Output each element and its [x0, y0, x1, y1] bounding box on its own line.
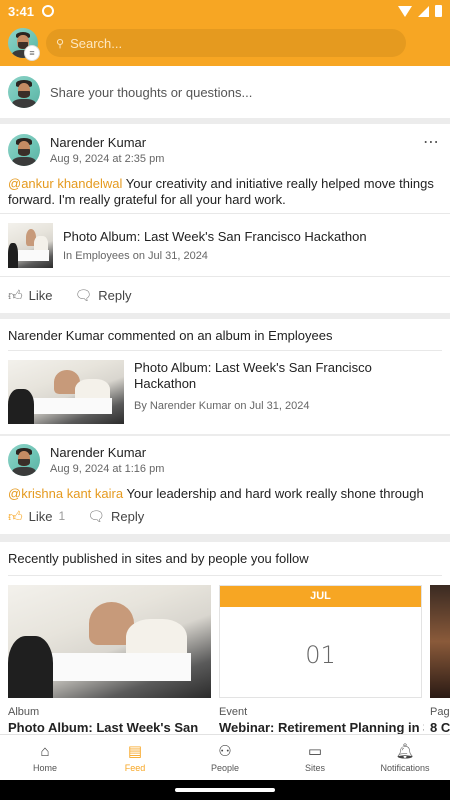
nav-label: Sites [304, 763, 325, 773]
nav-sites[interactable]: ▭ Sites [270, 735, 360, 780]
nav-people[interactable]: ⚇ People [180, 735, 270, 780]
people-icon: ⚇ [218, 743, 232, 760]
sites-icon: ▭ [307, 743, 323, 760]
comment-icon: 🗨︎ [74, 286, 93, 303]
like-label: Like [28, 287, 53, 303]
search-icon: ⚲ [56, 37, 65, 50]
search-input[interactable]: ⚲ Search... [46, 29, 406, 57]
tile-page-image[interactable] [430, 585, 450, 698]
thumbs-up-icon: 👍︎ [8, 286, 23, 303]
nav-notifications[interactable]: 🔔︎ Notifications [360, 735, 450, 780]
app-header: 3:41 ≡ ⚲ Search... [0, 0, 450, 66]
status-bar: 3:41 [0, 0, 450, 22]
author-name[interactable]: Narender Kumar [50, 135, 164, 150]
event-month: JUL [220, 586, 421, 607]
nav-label: People [210, 763, 240, 773]
tile-type: Event [219, 706, 248, 718]
home-icon: ⌂ [40, 742, 50, 760]
target-site[interactable]: Employees [268, 328, 332, 343]
album-image [8, 360, 124, 424]
like-count: 1 [58, 509, 66, 523]
status-time: 3:41 [8, 3, 35, 19]
author-avatar[interactable] [8, 444, 40, 476]
user-avatar [8, 76, 40, 108]
system-navigation-bar [0, 780, 450, 800]
reply-label: Reply [98, 287, 132, 303]
feed-icon: ▤ [127, 743, 143, 760]
mention-link[interactable]: @ankur khandelwal [8, 176, 122, 191]
system-indicator-icon [42, 5, 55, 17]
nav-label: Notifications [380, 763, 430, 773]
author-name[interactable]: Narender Kumar [50, 445, 164, 460]
nav-feed[interactable]: ▤ Feed [90, 735, 180, 780]
like-button[interactable]: 👍︎ Like 1 [8, 508, 65, 525]
activity-card: Narender Kumar commented on an album in … [0, 319, 450, 434]
battery-icon [435, 5, 442, 17]
reply-button[interactable]: 🗨︎ Reply [87, 508, 144, 525]
reply-label: Reply [110, 508, 145, 524]
album-byline: By Narender Kumar on Jul 31, 2024 [134, 400, 310, 412]
like-button[interactable]: 👍︎ Like [8, 287, 53, 304]
mention-link[interactable]: @krishna kant kaira [8, 486, 123, 501]
attachment-subtitle: In Employees on Jul 31, 2024 [63, 249, 208, 262]
album-thumbnail [8, 222, 53, 268]
more-options-icon[interactable]: ⋯ [423, 132, 440, 152]
reply-button[interactable]: 🗨︎ Reply [75, 287, 132, 304]
recent-section: Recently published in sites and by peopl… [0, 542, 450, 734]
feed-post: Narender Kumar Aug 9, 2024 at 2:35 pm ⋯ … [0, 124, 450, 313]
thumbs-up-filled-icon: 👍︎ [8, 507, 23, 524]
album-link[interactable]: Photo Album: Last Week's San Francisco H… [8, 360, 384, 424]
tile-title[interactable]: Webinar: Retirement Planning in 3 [219, 720, 424, 734]
tile-title[interactable]: 8 C [430, 720, 450, 734]
tile-type: Album [8, 706, 40, 718]
bell-icon: 🔔︎ [395, 743, 415, 760]
tile-album-image[interactable] [8, 585, 211, 698]
tile-type: Page [430, 706, 450, 718]
section-heading: Recently published in sites and by peopl… [8, 551, 309, 566]
album-title: Photo Album: Last Week's San Francisco H… [134, 360, 372, 391]
post-body: @ankur khandelwal Your creativity and in… [0, 166, 450, 208]
search-placeholder: Search... [70, 35, 123, 51]
post-body: @krishna kant kaira Your leadership and … [0, 476, 450, 502]
post-composer[interactable]: Share your thoughts or questions... [0, 66, 450, 118]
post-date: Aug 9, 2024 at 1:16 pm [50, 463, 165, 475]
author-avatar[interactable] [8, 134, 40, 166]
attachment-title: Photo Album: Last Week's San Francisco H… [63, 228, 367, 244]
menu-icon[interactable]: ≡ [24, 45, 40, 61]
comment-icon: 🗨︎ [87, 507, 105, 524]
event-day: 01 [305, 641, 336, 669]
post-text: Your leadership and hard work really sho… [123, 486, 424, 501]
event-date-card[interactable]: JUL 01 [219, 585, 422, 698]
feed-post: Narender Kumar Aug 9, 2024 at 1:16 pm @k… [0, 436, 450, 534]
album-attachment[interactable]: Photo Album: Last Week's San Francisco H… [0, 213, 450, 277]
like-label: Like [28, 508, 53, 524]
wifi-icon [398, 5, 412, 17]
nav-home[interactable]: ⌂ Home [0, 735, 90, 780]
actor-name[interactable]: Narender Kumar [8, 328, 104, 343]
bottom-navigation: ⌂ Home ▤ Feed ⚇ People ▭ Sites 🔔︎ Notificatio… [0, 734, 450, 780]
nav-label: Feed [124, 763, 146, 773]
signal-icon [418, 5, 429, 17]
activity-action: commented on an album in [104, 328, 269, 343]
composer-placeholder: Share your thoughts or questions... [50, 84, 253, 100]
home-gesture-handle[interactable] [175, 788, 275, 792]
activity-summary: Narender Kumar commented on an album in … [0, 319, 450, 343]
nav-label: Home [32, 762, 57, 773]
tile-title[interactable]: Photo Album: Last Week's San [8, 720, 213, 734]
post-date: Aug 9, 2024 at 2:35 pm [50, 153, 165, 165]
